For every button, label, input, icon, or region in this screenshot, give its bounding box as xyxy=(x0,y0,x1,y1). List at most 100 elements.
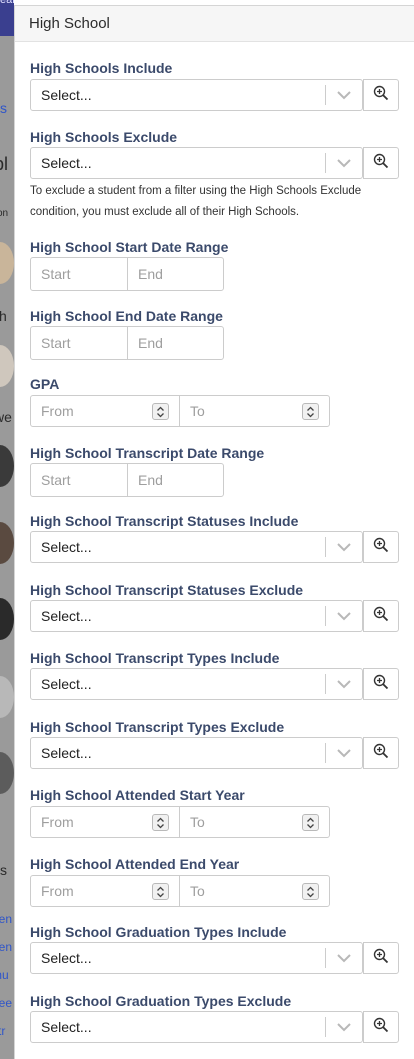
high-schools-exclude-label: High Schools Exclude xyxy=(30,129,178,145)
graduation-types-include-lookup-button[interactable] xyxy=(363,942,399,974)
spinner-arrows-icon[interactable] xyxy=(302,403,319,420)
attended-start-year-from-input[interactable] xyxy=(31,814,141,830)
background-text: son xyxy=(0,208,9,219)
select-placeholder: Select... xyxy=(41,676,92,692)
end-date-range-end-input[interactable] xyxy=(128,327,223,359)
transcript-types-exclude-select[interactable]: Select... xyxy=(30,737,363,769)
transcript-statuses-include-select[interactable]: Select... xyxy=(30,531,363,563)
transcript-types-exclude-lookup-button[interactable] xyxy=(363,737,399,769)
transcript-statuses-include-lookup-button[interactable] xyxy=(363,531,399,563)
chevron-down-icon[interactable] xyxy=(326,1012,362,1042)
attended-end-year-to-cell xyxy=(180,876,329,906)
start-date-range-picker xyxy=(30,257,224,291)
attended-end-year-label: High School Attended End Year xyxy=(30,856,240,872)
background-page: earc s pl son ch we s nen nen mu nee str xyxy=(0,0,14,1059)
background-avatar xyxy=(0,345,14,387)
chevron-down-icon[interactable] xyxy=(326,532,362,562)
background-avatar xyxy=(0,445,14,487)
background-link[interactable]: nee xyxy=(0,996,12,1010)
panel-header: High School xyxy=(15,6,414,42)
background-link[interactable]: nen xyxy=(0,940,12,954)
attended-start-year-label: High School Attended Start Year xyxy=(30,787,245,803)
gpa-from-input[interactable] xyxy=(31,403,141,419)
high-schools-include-label: High Schools Include xyxy=(30,60,173,76)
transcript-date-range-end-input[interactable] xyxy=(128,464,223,496)
transcript-types-include-lookup-button[interactable] xyxy=(363,668,399,700)
background-avatar xyxy=(0,522,14,564)
background-text: earc xyxy=(0,0,14,6)
high-schools-include-select[interactable]: Select... xyxy=(30,79,363,111)
start-date-range-end-input[interactable] xyxy=(128,258,223,290)
transcript-statuses-exclude-select[interactable]: Select... xyxy=(30,600,363,632)
zoom-in-icon xyxy=(373,85,389,106)
select-placeholder: Select... xyxy=(41,1019,92,1035)
end-date-range-picker xyxy=(30,326,224,360)
graduation-types-exclude-lookup-button[interactable] xyxy=(363,1011,399,1043)
spinner-arrows-icon[interactable] xyxy=(302,814,319,831)
select-placeholder: Select... xyxy=(41,950,92,966)
select-placeholder: Select... xyxy=(41,155,92,171)
background-avatar xyxy=(0,598,14,640)
attended-start-year-to-input[interactable] xyxy=(180,814,290,830)
transcript-date-range-start-input[interactable] xyxy=(31,464,128,496)
high-schools-exclude-help-text: To exclude a student from a filter using… xyxy=(30,185,362,218)
graduation-types-include-select[interactable]: Select... xyxy=(30,942,363,974)
chevron-down-icon[interactable] xyxy=(326,943,362,973)
zoom-in-icon xyxy=(373,1017,389,1038)
end-date-range-start-input[interactable] xyxy=(31,327,128,359)
zoom-in-icon xyxy=(373,674,389,695)
spinner-arrows-icon[interactable] xyxy=(152,814,169,831)
chevron-down-icon[interactable] xyxy=(326,738,362,768)
background-avatar xyxy=(0,242,14,284)
zoom-in-icon xyxy=(373,537,389,558)
attended-end-year-range xyxy=(30,875,330,907)
gpa-from-cell xyxy=(31,396,180,426)
background-link[interactable]: nen xyxy=(0,912,12,926)
background-link[interactable]: mu xyxy=(0,968,9,982)
background-link[interactable]: str xyxy=(0,1024,5,1038)
transcript-statuses-exclude-lookup-button[interactable] xyxy=(363,600,399,632)
transcript-statuses-exclude-label: High School Transcript Statuses Exclude xyxy=(30,582,304,598)
high-schools-exclude-lookup-button[interactable] xyxy=(363,147,399,179)
select-placeholder: Select... xyxy=(41,745,92,761)
select-placeholder: Select... xyxy=(41,87,92,103)
transcript-types-include-label: High School Transcript Types Include xyxy=(30,650,280,666)
zoom-in-icon xyxy=(373,743,389,764)
attended-start-year-from-cell xyxy=(31,807,180,837)
transcript-date-range-picker xyxy=(30,463,224,497)
background-text: we xyxy=(0,409,12,425)
transcript-types-include-select[interactable]: Select... xyxy=(30,668,363,700)
attended-start-year-to-cell xyxy=(180,807,329,837)
background-link[interactable]: s xyxy=(0,100,7,116)
graduation-types-exclude-select[interactable]: Select... xyxy=(30,1011,363,1043)
graduation-types-include-label: High School Graduation Types Include xyxy=(30,924,287,940)
spinner-arrows-icon[interactable] xyxy=(152,883,169,900)
zoom-in-icon xyxy=(373,153,389,174)
transcript-types-exclude-label: High School Transcript Types Exclude xyxy=(30,719,285,735)
gpa-to-cell xyxy=(180,396,329,426)
select-placeholder: Select... xyxy=(41,539,92,555)
spinner-arrows-icon[interactable] xyxy=(302,883,319,900)
zoom-in-icon xyxy=(373,948,389,969)
spinner-arrows-icon[interactable] xyxy=(152,403,169,420)
attended-end-year-to-input[interactable] xyxy=(180,883,290,899)
background-text: s xyxy=(0,862,7,878)
attended-end-year-from-input[interactable] xyxy=(31,883,141,899)
high-schools-include-lookup-button[interactable] xyxy=(363,79,399,111)
select-placeholder: Select... xyxy=(41,608,92,624)
transcript-statuses-include-label: High School Transcript Statuses Include xyxy=(30,513,299,529)
background-avatar xyxy=(0,676,14,718)
background-avatar xyxy=(0,752,14,794)
transcript-date-range-label: High School Transcript Date Range xyxy=(30,445,265,461)
chevron-down-icon[interactable] xyxy=(326,148,362,178)
end-date-range-label: High School End Date Range xyxy=(30,308,223,324)
gpa-to-input[interactable] xyxy=(180,403,290,419)
panel-title: High School xyxy=(29,15,110,32)
start-date-range-start-input[interactable] xyxy=(31,258,128,290)
gpa-label: GPA xyxy=(30,376,60,392)
attended-start-year-range xyxy=(30,806,330,838)
high-schools-exclude-select[interactable]: Select... xyxy=(30,147,363,179)
chevron-down-icon[interactable] xyxy=(326,80,362,110)
chevron-down-icon[interactable] xyxy=(326,601,362,631)
chevron-down-icon[interactable] xyxy=(326,669,362,699)
